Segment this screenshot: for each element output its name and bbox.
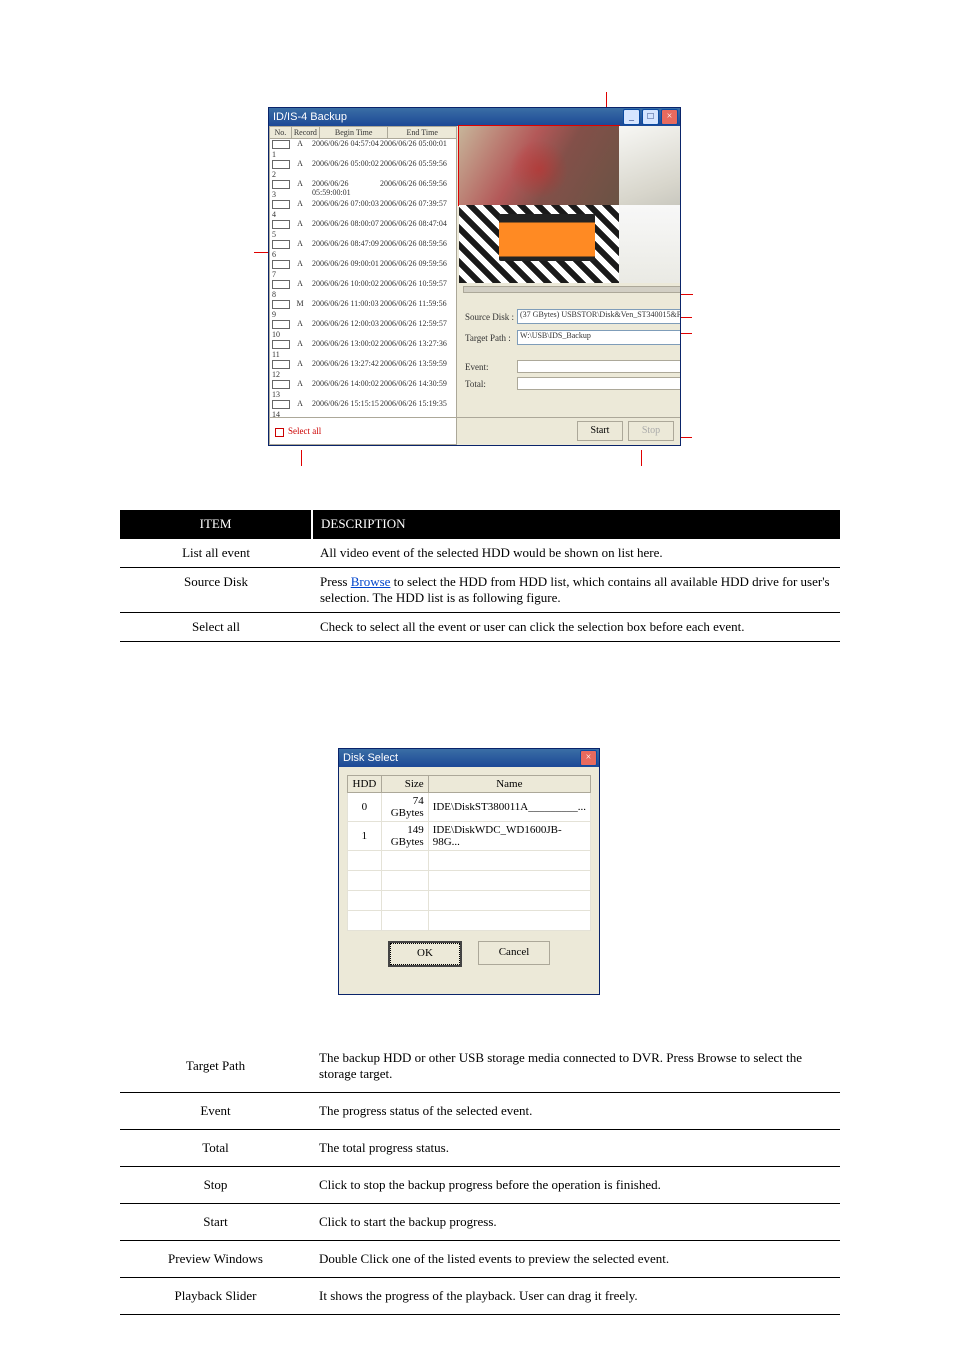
close-button[interactable]: × [661, 109, 678, 125]
table-header: ITEM DESCRIPTION [120, 510, 840, 539]
cell-item: Select all [120, 613, 312, 642]
event-row[interactable]: 8A2006/06/26 10:00:022006/06/26 10:59:57 [270, 279, 456, 299]
table-row: Select all Check to select all the event… [120, 613, 840, 642]
app-title: ID/IS-4 Backup [273, 111, 347, 123]
header-item: ITEM [120, 510, 312, 539]
event-list: No. Record Begin Time End Time 1A2006/06… [269, 126, 457, 445]
hdd-grid-header: HDD Size Name [348, 776, 591, 793]
source-disk-field: (37 GBytes) USBSTOR\Disk&Ven_ST340015&Pr… [517, 309, 681, 324]
table-row: Preview WindowsDouble Click one of the l… [120, 1241, 840, 1278]
cell-desc: Check to select all the event or user ca… [312, 613, 840, 642]
target-path-label: Target Path : [465, 333, 517, 343]
col-size: Size [381, 776, 428, 793]
hdd-row[interactable]: 074 GBytesIDE\DiskST380011A_________... [348, 793, 591, 822]
titlebar: ID/IS-4 Backup _ □ × [269, 108, 680, 126]
event-row[interactable]: 1A2006/06/26 04:57:042006/06/26 05:00:01 [270, 139, 456, 159]
callout-line [301, 450, 302, 466]
cell-desc: It shows the progress of the playback. U… [311, 1278, 840, 1315]
minimize-button[interactable]: _ [623, 109, 640, 125]
table-row: Source Disk Press Browse to select the H… [120, 568, 840, 613]
table-row: Playback SliderIt shows the progress of … [120, 1278, 840, 1315]
event-list-header: No. Record Begin Time End Time [270, 127, 456, 139]
event-row[interactable]: 4A2006/06/26 07:00:032006/06/26 07:39:57 [270, 199, 456, 219]
event-row[interactable]: 9M2006/06/26 11:00:032006/06/26 11:59:56 [270, 299, 456, 319]
callout-line [254, 252, 268, 253]
close-button[interactable]: × [580, 750, 597, 766]
select-all-checkbox[interactable]: Select all [275, 426, 321, 436]
total-progress-label: Total: [465, 379, 517, 389]
browse-link[interactable]: Browse [351, 574, 391, 589]
event-row[interactable]: 14A2006/06/26 15:15:152006/06/26 15:19:3… [270, 399, 456, 419]
preview-tile[interactable] [459, 126, 619, 205]
event-row[interactable]: 7A2006/06/26 09:00:012006/06/26 09:59:56 [270, 259, 456, 279]
callout-line [679, 294, 693, 295]
stop-button[interactable]: Stop [628, 421, 674, 441]
cell-item: Start [120, 1204, 311, 1241]
event-row[interactable]: 5A2006/06/26 08:00:072006/06/26 08:47:04 [270, 219, 456, 239]
table-row: Target PathThe backup HDD or other USB s… [120, 1040, 840, 1093]
col-record: Record [292, 127, 320, 138]
cell-item: Total [120, 1130, 311, 1167]
cell-desc: Press Browse to select the HDD from HDD … [312, 568, 840, 613]
cell-item: List all event [120, 539, 312, 568]
cell-desc: All video event of the selected HDD woul… [312, 539, 840, 568]
table-row: List all event All video event of the se… [120, 539, 840, 568]
event-row[interactable]: 12A2006/06/26 13:27:422006/06/26 13:59:5… [270, 359, 456, 379]
callout-line [641, 450, 642, 466]
table-row: TotalThe total progress status. [120, 1130, 840, 1167]
col-end: End Time [388, 127, 456, 138]
playback-slider[interactable] [459, 283, 681, 298]
preview-tile[interactable] [619, 126, 681, 205]
col-no: No. [270, 127, 292, 138]
disk-select-dialog: Disk Select × HDD Size Name 074 GBytesID… [338, 748, 600, 995]
cell-item: Target Path [120, 1040, 311, 1093]
event-row[interactable]: 2A2006/06/26 05:00:022006/06/26 05:59:56 [270, 159, 456, 179]
header-description: DESCRIPTION [312, 510, 840, 539]
callout-line [606, 92, 607, 108]
titlebar: Disk Select × [339, 749, 599, 767]
target-path-field[interactable]: W:\USB\IDS_Backup [517, 330, 681, 345]
cell-desc: The backup HDD or other USB storage medi… [311, 1040, 840, 1093]
event-row[interactable]: 13A2006/06/26 14:00:022006/06/26 14:30:5… [270, 379, 456, 399]
source-disk-label: Source Disk : [465, 312, 517, 322]
cell-desc: Click to start the backup progress. [311, 1204, 840, 1241]
cell-item: Playback Slider [120, 1278, 311, 1315]
preview-grid[interactable] [459, 126, 681, 283]
event-row[interactable]: 10A2006/06/26 12:00:032006/06/26 12:59:5… [270, 319, 456, 339]
table-row: StartClick to start the backup progress. [120, 1204, 840, 1241]
cell-desc: Double Click one of the listed events to… [311, 1241, 840, 1278]
event-row[interactable]: 6A2006/06/26 08:47:092006/06/26 08:59:56 [270, 239, 456, 259]
hdd-row[interactable]: 1149 GBytesIDE\DiskWDC_WD1600JB-98G... [348, 822, 591, 851]
event-progress-label: Event: [465, 362, 517, 372]
event-row[interactable]: 3A2006/06/26 05:59:00:012006/06/26 06:59… [270, 179, 456, 199]
col-name: Name [428, 776, 590, 793]
hdd-grid: HDD Size Name 074 GBytesIDE\DiskST380011… [347, 775, 591, 931]
table-row: EventThe progress status of the selected… [120, 1093, 840, 1130]
cell-desc: Click to stop the backup progress before… [311, 1167, 840, 1204]
feature-table: ITEM DESCRIPTION List all event All vide… [120, 510, 840, 642]
total-progress-bar [517, 377, 681, 390]
col-begin: Begin Time [320, 127, 389, 138]
cell-desc: The progress status of the selected even… [311, 1093, 840, 1130]
cell-item: Event [120, 1093, 311, 1130]
preview-tile[interactable] [459, 205, 619, 284]
start-button[interactable]: Start [577, 421, 623, 441]
cell-item: Preview Windows [120, 1241, 311, 1278]
maximize-button[interactable]: □ [642, 109, 659, 125]
cell-desc: The total progress status. [311, 1130, 840, 1167]
cancel-button[interactable]: Cancel [478, 941, 550, 965]
cell-item: Stop [120, 1167, 311, 1204]
dialog-title: Disk Select [343, 752, 398, 764]
backup-app-window: ID/IS-4 Backup _ □ × No. Record Begin Ti… [268, 107, 681, 446]
col-hdd: HDD [348, 776, 382, 793]
event-row[interactable]: 11A2006/06/26 13:00:022006/06/26 13:27:3… [270, 339, 456, 359]
table-row: StopClick to stop the backup progress be… [120, 1167, 840, 1204]
preview-tile[interactable] [619, 205, 681, 284]
feature-table-2: Target PathThe backup HDD or other USB s… [120, 1040, 840, 1315]
ok-button[interactable]: OK [388, 941, 462, 967]
select-all-label: Select all [288, 426, 321, 436]
cell-item: Source Disk [120, 568, 312, 613]
event-progress-bar [517, 360, 681, 373]
